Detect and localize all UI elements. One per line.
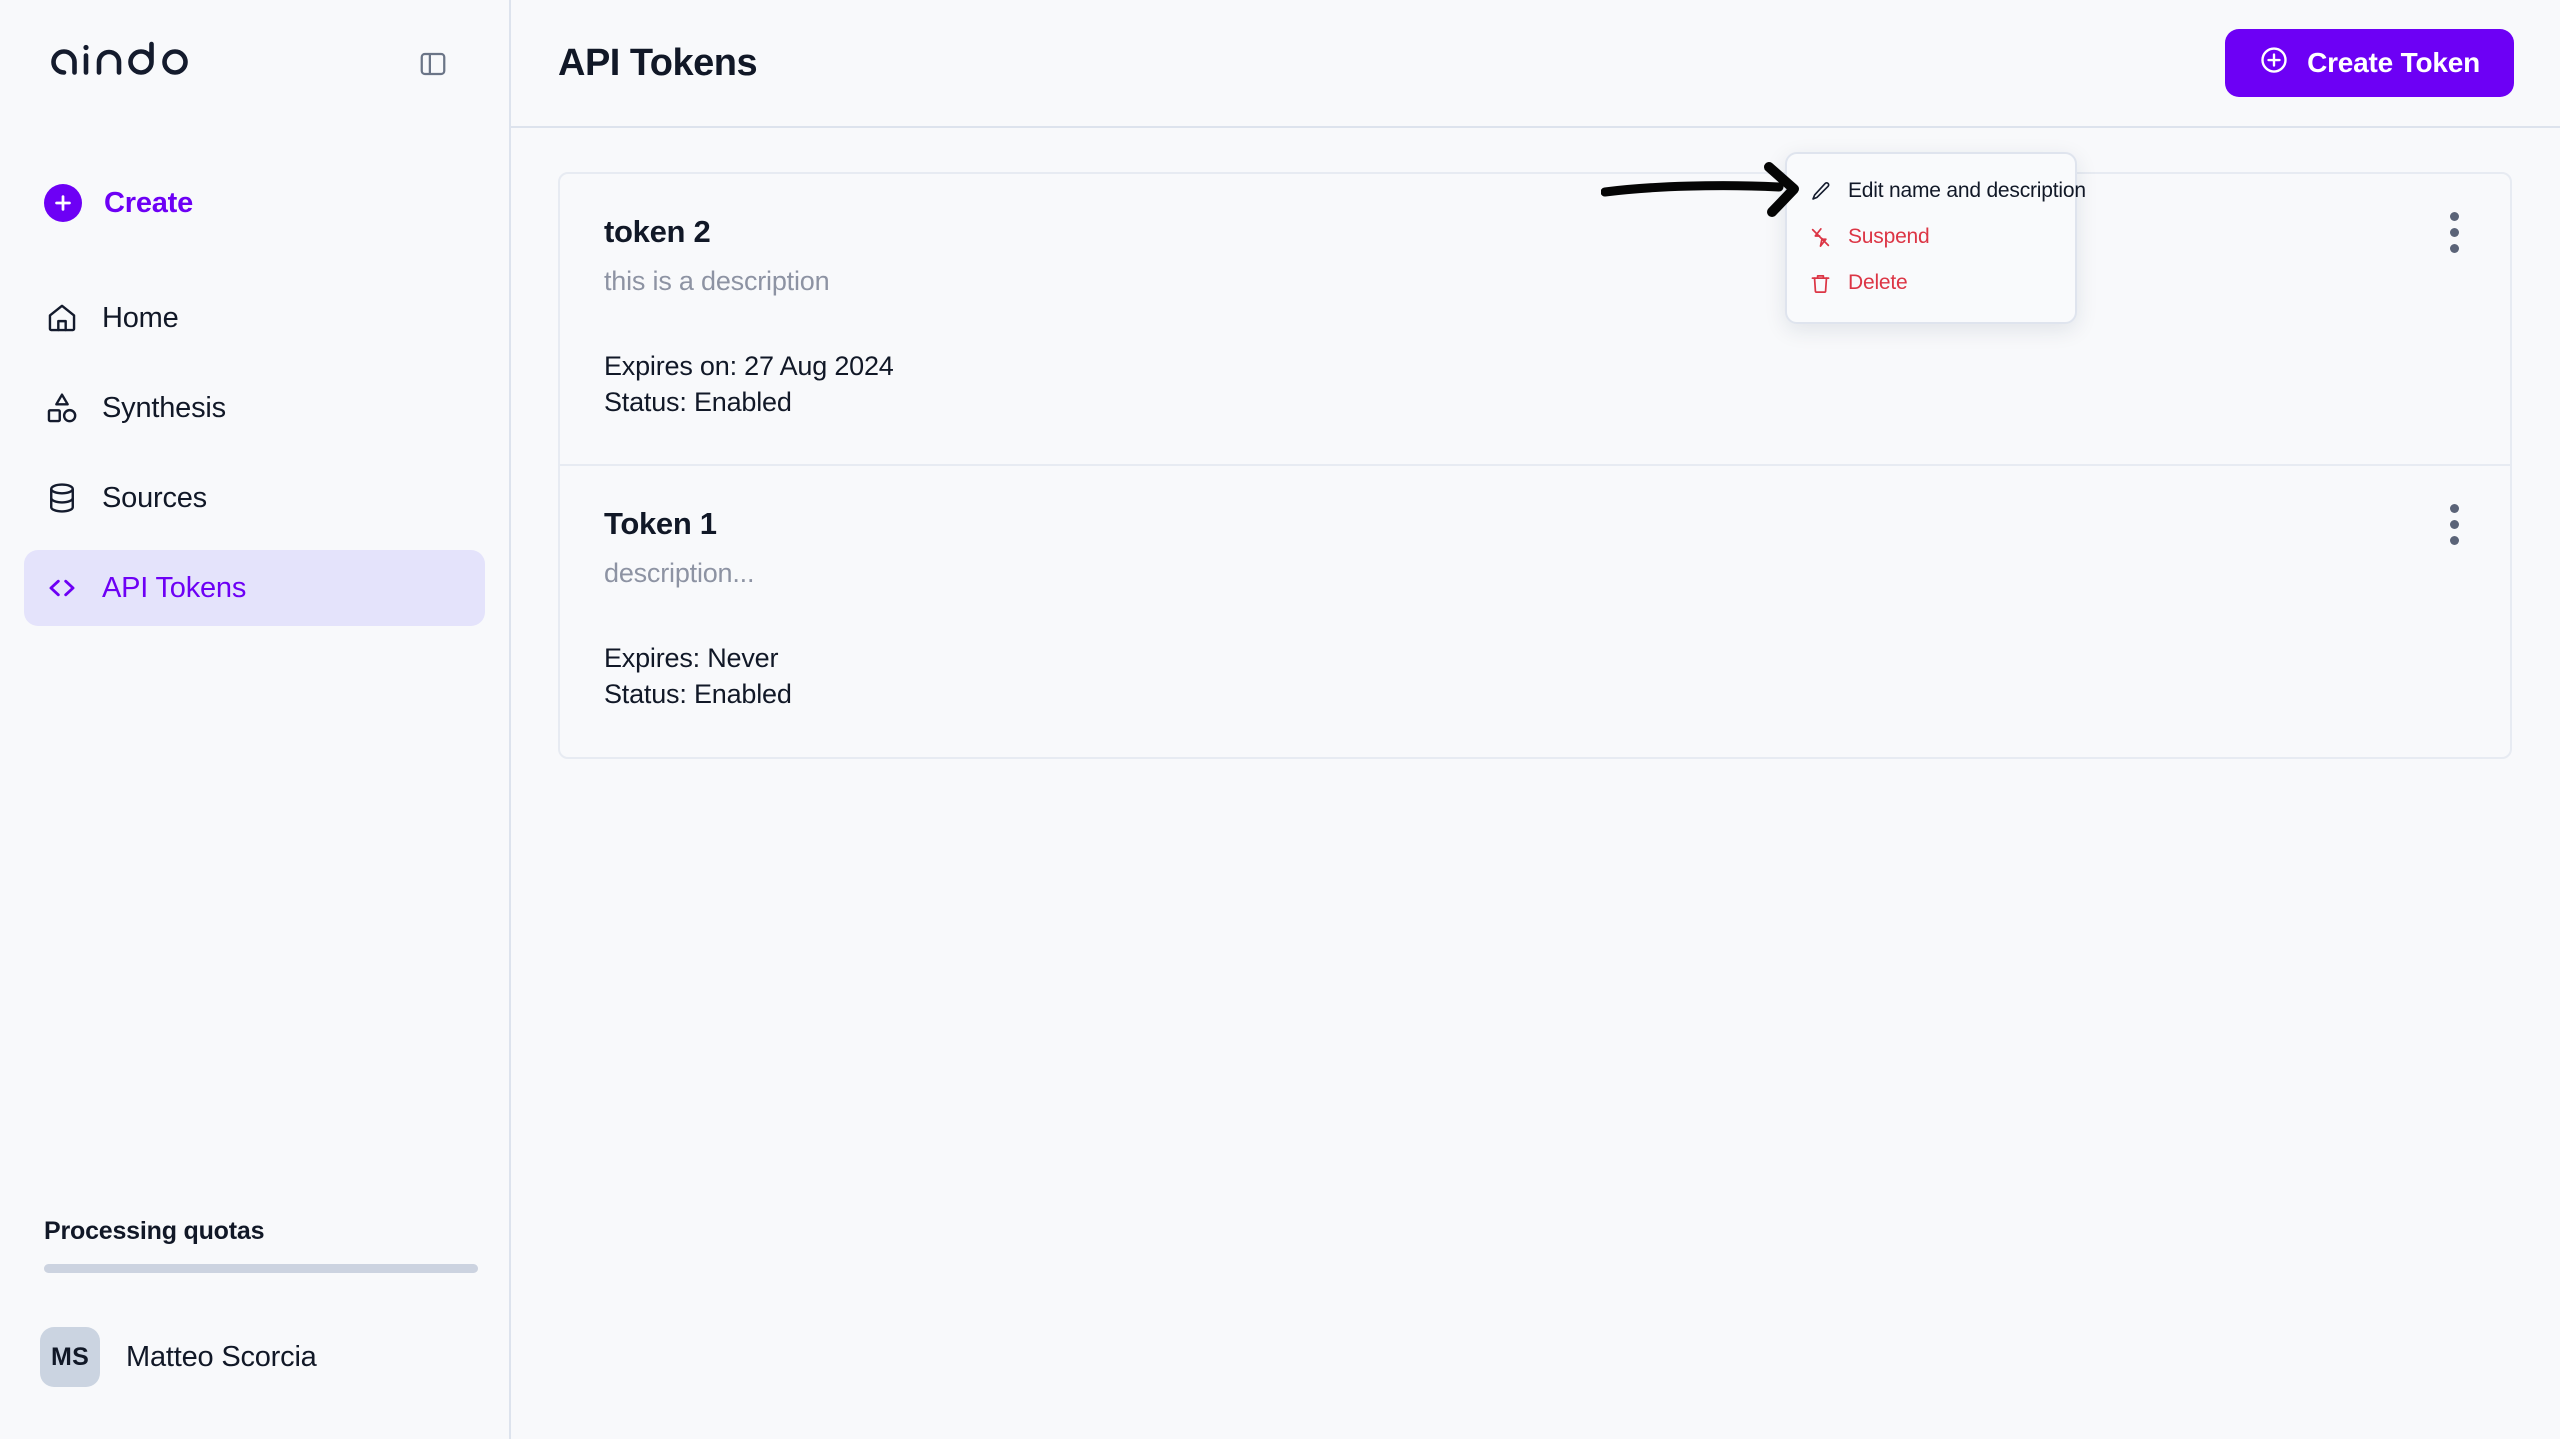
- home-icon: [44, 300, 80, 336]
- token-expires: Expires on: 27 Aug 2024: [604, 351, 894, 381]
- sidebar-nav: Home Synthesis Sources API Tokens: [0, 280, 509, 626]
- code-icon: [44, 570, 80, 606]
- main-content: API Tokens Create Token token 2 this is …: [511, 0, 2560, 1439]
- token-meta: Expires on: 27 Aug 2024 Status: Enabled: [604, 349, 2466, 420]
- tokens-card: token 2 this is a description Expires on…: [558, 172, 2512, 759]
- aindo-logo[interactable]: [44, 41, 198, 88]
- dot-icon: [2449, 211, 2459, 221]
- table-row: Token 1 description... Expires: Never St…: [560, 464, 2510, 756]
- menu-item-suspend[interactable]: Suspend: [1787, 214, 2075, 260]
- panel-toggle-icon[interactable]: [413, 44, 453, 84]
- page-title: API Tokens: [558, 41, 758, 84]
- user-account[interactable]: MS Matteo Scorcia: [0, 1327, 509, 1387]
- page-header: API Tokens Create Token: [511, 0, 2560, 128]
- plus-circle-icon: [2259, 45, 2289, 82]
- database-icon: [44, 480, 80, 516]
- token-status: Status: Enabled: [604, 678, 792, 709]
- tokens-list-area: token 2 this is a description Expires on…: [511, 128, 2560, 1439]
- row-context-menu: Edit name and description Suspend Delete: [1785, 152, 2086, 324]
- row-more-options-button[interactable]: [2432, 502, 2476, 546]
- sidebar-item-synthesis[interactable]: Synthesis: [24, 370, 485, 446]
- shapes-icon: [44, 390, 80, 426]
- zap-off-icon: [1809, 226, 1832, 249]
- app-root: Create Home Synthesis Sources API Tokens…: [0, 0, 2560, 1439]
- sidebar-item-label: Synthesis: [102, 391, 226, 424]
- sidebar-item-sources[interactable]: Sources: [24, 460, 485, 536]
- token-description: description...: [604, 558, 755, 589]
- create-token-button[interactable]: Create Token: [2225, 29, 2514, 97]
- token-expires: Expires: Never: [604, 643, 779, 674]
- menu-item-label: Delete: [1848, 271, 1908, 294]
- sidebar: Create Home Synthesis Sources API Tokens…: [0, 0, 511, 1439]
- sidebar-item-label: API Tokens: [102, 571, 247, 604]
- pencil-icon: [1809, 180, 1832, 203]
- create-button-label: Create: [104, 186, 194, 219]
- create-button[interactable]: Create: [0, 176, 509, 230]
- sidebar-item-label: Sources: [102, 481, 207, 514]
- dot-icon: [2449, 503, 2459, 513]
- avatar: MS: [40, 1327, 100, 1387]
- menu-item-delete[interactable]: Delete: [1787, 260, 2075, 306]
- processing-quotas-progressbar: [44, 1264, 478, 1273]
- table-row: token 2 this is a description Expires on…: [560, 174, 2510, 464]
- token-description: this is a description: [604, 266, 830, 296]
- sidebar-item-label: Home: [102, 301, 179, 334]
- sidebar-item-api-tokens[interactable]: API Tokens: [24, 550, 485, 626]
- processing-quotas: Processing quotas: [0, 1217, 509, 1273]
- dot-icon: [2449, 535, 2459, 545]
- dot-icon: [2449, 519, 2459, 529]
- processing-quotas-label: Processing quotas: [44, 1217, 265, 1245]
- sidebar-header: [0, 0, 509, 128]
- row-more-options-button[interactable]: [2432, 210, 2476, 254]
- dot-icon: [2449, 243, 2459, 253]
- plus-circle-filled-icon: [44, 184, 82, 222]
- user-name: Matteo Scorcia: [126, 1340, 317, 1373]
- token-name: token 2: [604, 214, 711, 249]
- menu-item-edit-name-and-description[interactable]: Edit name and description: [1787, 168, 2086, 214]
- token-meta: Expires: Never Status: Enabled: [604, 641, 2466, 712]
- menu-item-label: Edit name and description: [1848, 179, 2086, 202]
- trash-icon: [1809, 272, 1832, 295]
- create-token-button-label: Create Token: [2307, 47, 2480, 78]
- token-name: Token 1: [604, 506, 717, 542]
- menu-item-label: Suspend: [1848, 225, 1930, 248]
- sidebar-item-home[interactable]: Home: [24, 280, 485, 356]
- token-status: Status: Enabled: [604, 386, 792, 417]
- dot-icon: [2449, 227, 2459, 237]
